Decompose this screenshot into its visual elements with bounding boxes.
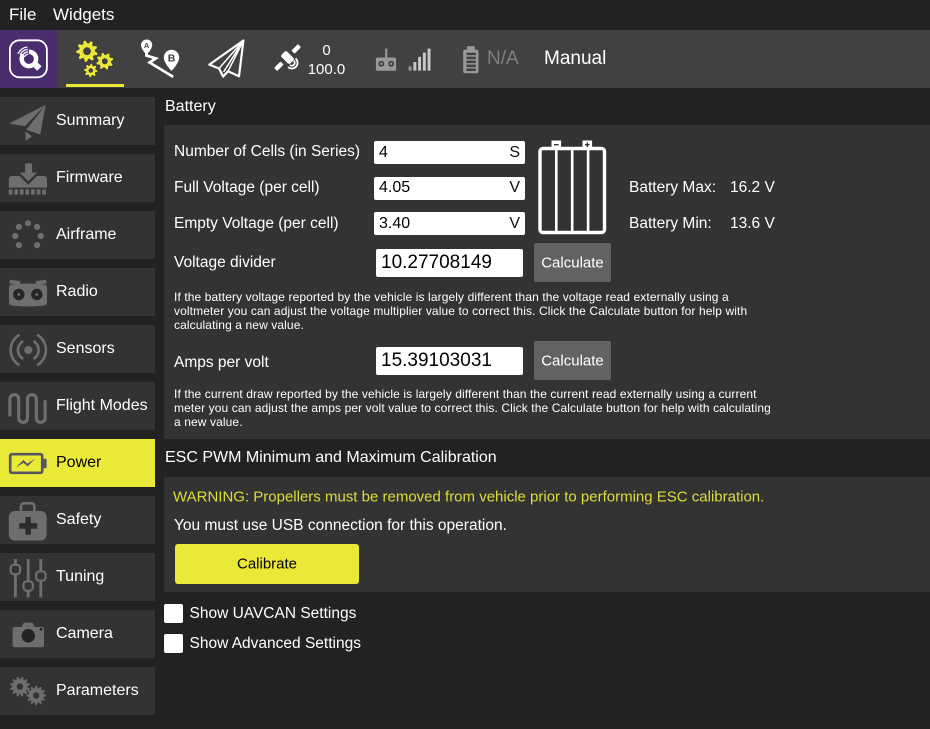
svg-text:A: A	[144, 41, 150, 50]
svg-text:B: B	[168, 53, 176, 65]
